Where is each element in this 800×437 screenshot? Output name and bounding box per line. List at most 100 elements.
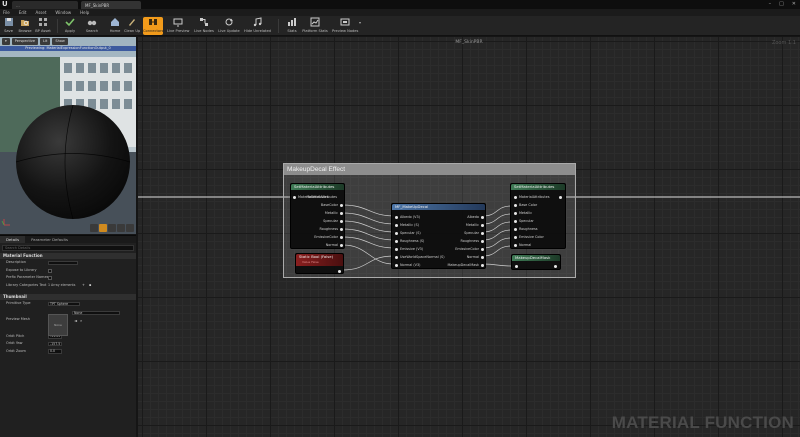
search-icon[interactable]: ⌕ xyxy=(80,317,82,325)
save-button[interactable]: Save xyxy=(2,17,15,35)
browse-arrow-icon[interactable]: ◄ xyxy=(74,317,77,325)
pin-normal-in-right[interactable]: Normal xyxy=(514,243,531,247)
pin-emissive-in[interactable]: Emissive (V3) xyxy=(395,247,423,251)
cylinder-icon[interactable] xyxy=(90,224,98,232)
platform-stats-button[interactable]: Platform Stats xyxy=(301,17,329,35)
pin-normal-in[interactable]: Normal (V3) xyxy=(395,263,420,267)
pin-makeup-decal-mask-out[interactable]: MakeupDecalMask xyxy=(447,263,484,267)
menu-asset[interactable]: Asset xyxy=(35,9,46,16)
tab-parameter-defaults[interactable]: Parameter Defaults xyxy=(25,236,74,243)
pin-specular[interactable]: Specular xyxy=(323,219,343,223)
live-nodes-button[interactable]: Live Nodes xyxy=(193,17,215,35)
pin-roughness-in[interactable]: Roughness (S) xyxy=(395,239,424,243)
pin-material-attributes-in-right[interactable]: MaterialAttributes xyxy=(514,195,550,199)
plane-icon[interactable] xyxy=(108,224,116,232)
document-tab-active[interactable]: MF_SkinPBR xyxy=(81,1,141,9)
pin-metallic-in-right[interactable]: Metallic xyxy=(514,211,532,215)
minimize-icon[interactable]: – xyxy=(769,1,772,7)
tab-details[interactable]: Details xyxy=(0,236,26,243)
pin-roughness-in-right[interactable]: Roughness xyxy=(514,227,538,231)
stats-button[interactable]: Stats xyxy=(285,17,299,35)
pin-albedo-in[interactable]: Albedo (V3) xyxy=(395,215,420,219)
pin-use-world-space-normal-in[interactable]: UseWorldSpaceNormal (S) xyxy=(395,255,445,259)
prop-orbit-yaw: Orbit Yaw -157.5 xyxy=(6,341,62,346)
toolbar-separator xyxy=(278,19,279,33)
maximize-icon[interactable]: □ xyxy=(779,1,784,7)
stats-icon xyxy=(288,18,296,26)
preview-mesh-dropdown[interactable]: None xyxy=(72,310,120,315)
pin-specular-out[interactable]: Specular xyxy=(464,231,484,235)
expose-to-library-checkbox[interactable] xyxy=(48,268,52,273)
nodes-icon xyxy=(200,18,208,26)
cube-icon[interactable] xyxy=(117,224,125,232)
close-icon[interactable]: ✕ xyxy=(792,1,796,7)
material-preview-viewport[interactable]: ▾ Perspective Lit Show Previewing: Mater… xyxy=(0,37,136,234)
pin-normal[interactable]: Normal xyxy=(326,243,343,247)
material-graph[interactable]: MF_SkinPBR Zoom 1:1 MakeupDecal Effect S… xyxy=(138,37,800,437)
pin-emissive-color-in-right[interactable]: Emissive Color xyxy=(514,235,544,239)
browse-button[interactable]: Browse xyxy=(17,17,33,35)
apply-button[interactable]: Apply xyxy=(63,17,77,35)
static-bool-node[interactable]: Static Bool (False) Value False xyxy=(295,253,344,274)
menu-window[interactable]: Window xyxy=(55,9,71,16)
live-update-button[interactable]: Live Update xyxy=(218,17,240,35)
set-material-attributes-node-left[interactable]: SetMaterialAttributes MaterialAttributes… xyxy=(290,183,345,249)
pin-emissive-color-out[interactable]: EmissiveColor xyxy=(455,247,484,251)
live-preview-button[interactable]: Live Preview xyxy=(167,17,189,35)
pin-roughness[interactable]: Roughness xyxy=(320,227,343,231)
previewing-banner: Previewing: MaterialExpressionFunctionOu… xyxy=(0,46,136,51)
lit-chip[interactable]: Lit xyxy=(40,38,51,45)
prefix-parameter-names-checkbox[interactable] xyxy=(48,276,52,280)
bp-asset-button[interactable]: BP Asset xyxy=(35,17,51,35)
preview-nodes-button[interactable]: Preview Nodes xyxy=(332,17,358,35)
description-field[interactable] xyxy=(48,260,78,265)
pin-specular-in-right[interactable]: Specular xyxy=(514,219,534,223)
viewport-menu-chip[interactable]: ▾ xyxy=(2,38,10,45)
details-panel: Details Parameter Defaults Search Detail… xyxy=(0,235,136,437)
connectors-icon xyxy=(149,19,157,25)
details-tabs: Details Parameter Defaults xyxy=(0,236,136,243)
menu-help[interactable]: Help xyxy=(80,9,89,16)
pin-specular-in[interactable]: Specular (S) xyxy=(395,231,421,235)
prop-prefix-parameter-names: Prefix Parameter Names xyxy=(0,274,136,282)
orbit-yaw-field[interactable]: -157.5 xyxy=(48,341,62,346)
pin-albedo-out[interactable]: Albedo xyxy=(467,215,484,219)
search-button[interactable]: Search xyxy=(85,17,99,35)
prop-preview-mesh: Preview Mesh None ◄ ⌕ xyxy=(0,308,136,330)
toolbar-overflow-icon[interactable]: ▾ xyxy=(359,20,361,25)
connectors-button[interactable]: Connectors xyxy=(143,17,163,35)
show-chip[interactable]: Show xyxy=(52,38,68,45)
pin-metallic-in[interactable]: Metallic (S) xyxy=(395,223,419,227)
home-button[interactable]: Home xyxy=(108,17,122,35)
sphere-icon[interactable] xyxy=(99,224,107,232)
orbit-zoom-field[interactable]: 0.0 xyxy=(48,349,62,354)
pin-material-attributes-out[interactable]: MaterialAttributes xyxy=(306,195,337,199)
makeup-decal-mask-output-node[interactable]: MakeupDecalMask xyxy=(511,254,561,270)
pin-base-color-in[interactable]: Base Color xyxy=(514,203,537,207)
toolbar-separator xyxy=(57,19,58,33)
prop-orbit-pitch: Orbit Pitch -11.25 xyxy=(6,333,62,339)
teapot-icon[interactable] xyxy=(126,224,134,232)
pin-metallic[interactable]: Metallic xyxy=(325,211,343,215)
pin-normal-out[interactable]: Normal xyxy=(467,255,484,259)
set-material-attributes-node-right[interactable]: SetMaterialAttributes MaterialAttributes… xyxy=(510,183,566,249)
details-search-input[interactable]: Search Details xyxy=(2,245,134,251)
preview-mesh-thumbnail: None xyxy=(48,314,68,336)
perspective-chip[interactable]: Perspective xyxy=(11,38,39,45)
pin-base-color[interactable]: BaseColor xyxy=(321,203,343,207)
mf-makeup-decal-node[interactable]: MF_MakeUpDecal Albedo (V3) Metallic (S) … xyxy=(391,203,486,269)
pin-roughness-out[interactable]: Roughness xyxy=(461,239,484,243)
pin-emissive-color[interactable]: EmissiveColor xyxy=(314,235,343,239)
document-tab-other[interactable]: ... xyxy=(12,1,78,9)
hide-unrelated-button[interactable]: Hide Unrelated xyxy=(244,17,271,35)
broom-icon xyxy=(129,19,135,26)
menu-edit[interactable]: Edit xyxy=(19,9,27,16)
pin-metallic-out[interactable]: Metallic xyxy=(466,223,484,227)
trash-icon[interactable]: ▪ xyxy=(89,282,91,290)
primitive-type-dropdown[interactable]: TPT Sphere xyxy=(48,301,80,306)
menu-file[interactable]: File xyxy=(3,9,10,16)
clean-up-button[interactable]: Clean Up xyxy=(124,17,140,35)
prop-description: Description xyxy=(0,259,136,267)
viewport-toolbar: ▾ Perspective Lit Show xyxy=(2,38,68,45)
add-element-icon[interactable]: + xyxy=(82,282,85,290)
